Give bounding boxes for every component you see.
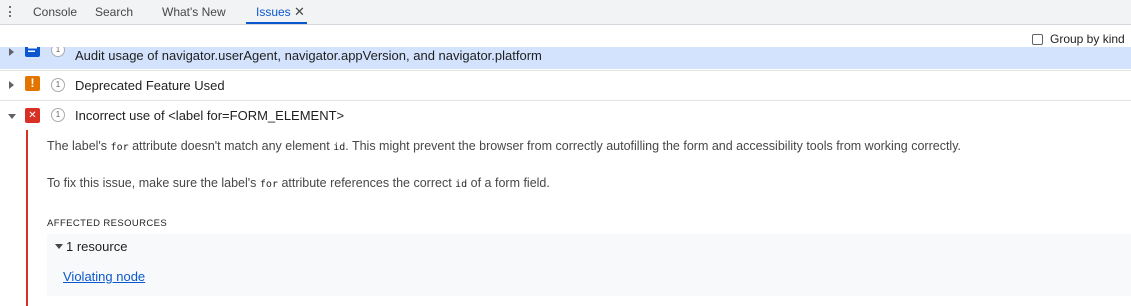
collapse-arrow-icon[interactable] bbox=[55, 244, 63, 249]
issue-fix-description: To fix this issue, make sure the label's… bbox=[47, 176, 550, 190]
expand-arrow-icon[interactable] bbox=[9, 81, 14, 89]
error-icon: ✕ bbox=[25, 108, 40, 123]
tab-issues[interactable]: Issues bbox=[256, 0, 291, 24]
group-by-kind-checkbox[interactable] bbox=[1032, 34, 1043, 45]
active-tab-indicator bbox=[246, 22, 307, 24]
warning-icon: ! bbox=[25, 76, 40, 91]
resource-count-label: 1 resource bbox=[66, 239, 128, 254]
resource-toggle[interactable]: 1 resource bbox=[55, 238, 127, 256]
issue-title: Audit usage of navigator.userAgent, navi… bbox=[75, 48, 542, 63]
violating-node-link[interactable]: Violating node bbox=[63, 268, 145, 286]
issue-severity-bar bbox=[26, 130, 28, 306]
issue-title: Deprecated Feature Used bbox=[75, 78, 225, 93]
close-icon[interactable]: ✕ bbox=[294, 0, 305, 24]
group-by-kind-label[interactable]: Group by kind bbox=[1050, 31, 1125, 48]
issue-count-badge: 1 bbox=[51, 78, 65, 92]
devtools-tab-bar: Console Search What's New Issues ✕ bbox=[0, 0, 1131, 25]
more-tabs-icon[interactable] bbox=[8, 5, 12, 19]
info-icon bbox=[25, 47, 40, 57]
issue-count-badge: 1 bbox=[51, 47, 65, 57]
tab-search[interactable]: Search bbox=[95, 0, 133, 24]
issue-row-deprecated-feature[interactable]: ! 1 Deprecated Feature Used bbox=[0, 70, 1131, 99]
issue-count-badge: 1 bbox=[51, 108, 65, 122]
issue-row-audit-navigator[interactable]: 1 Audit usage of navigator.userAgent, na… bbox=[0, 47, 1131, 69]
collapse-arrow-icon[interactable] bbox=[8, 114, 16, 119]
affected-resources-panel bbox=[47, 234, 1131, 296]
issue-title: Incorrect use of <label for=FORM_ELEMENT… bbox=[75, 108, 345, 123]
issue-row-incorrect-label[interactable]: ✕ 1 Incorrect use of <label for=FORM_ELE… bbox=[0, 100, 1131, 129]
expand-arrow-icon[interactable] bbox=[9, 48, 14, 56]
affected-resources-heading: AFFECTED RESOURCES bbox=[47, 218, 168, 229]
tab-console[interactable]: Console bbox=[33, 0, 77, 24]
issue-description: The label's for attribute doesn't match … bbox=[47, 139, 961, 153]
tab-whats-new[interactable]: What's New bbox=[162, 0, 226, 24]
